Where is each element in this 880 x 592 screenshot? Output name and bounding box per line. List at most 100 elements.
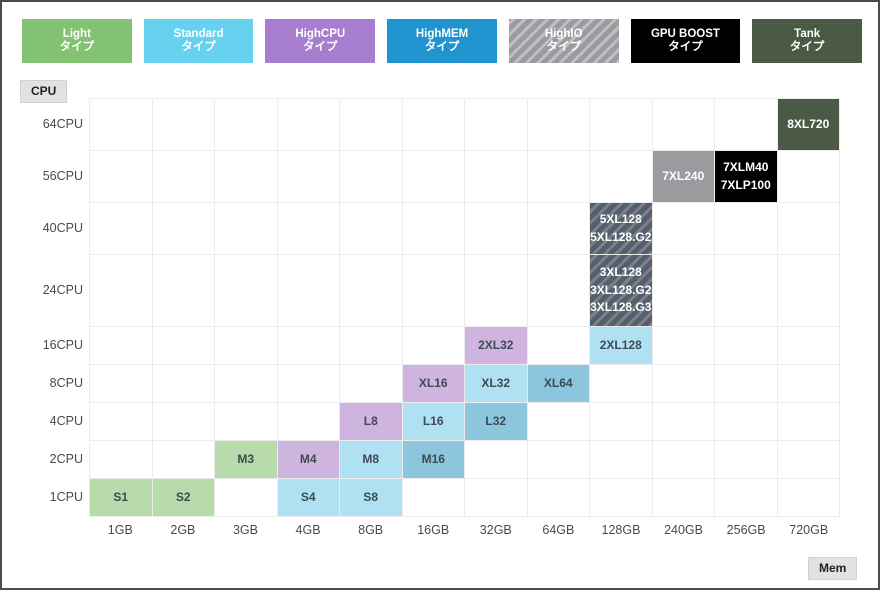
- instance-label: M8: [362, 451, 380, 466]
- instance-label: 3XL128: [599, 265, 642, 280]
- instance-cell-l16[interactable]: L16: [401, 402, 465, 441]
- empty-cell: [651, 364, 715, 403]
- legend-item-label: Tank: [794, 27, 821, 40]
- instance-cell-xl16[interactable]: XL16: [401, 364, 465, 403]
- empty-cell: [89, 98, 153, 151]
- empty-cell: [214, 98, 278, 151]
- instance-label: XL32: [481, 375, 511, 390]
- empty-cell: [151, 98, 215, 151]
- empty-cell: [89, 326, 153, 365]
- empty-cell: [651, 440, 715, 479]
- empty-cell: [651, 402, 715, 441]
- instance-cell-2xl128[interactable]: 2XL128: [589, 326, 653, 365]
- mem-tick-label: 1GB: [107, 523, 133, 537]
- instance-label: 2XL32: [478, 337, 514, 352]
- instance-label: L16: [422, 413, 444, 428]
- instance-cell-8xl720[interactable]: 8XL720: [776, 98, 840, 151]
- empty-cell: [276, 254, 340, 327]
- instance-label: 7XLP100: [720, 177, 771, 192]
- instance-cell-7xl240[interactable]: 7XL240: [651, 150, 715, 203]
- instance-label: XL64: [543, 375, 573, 390]
- empty-cell: [214, 478, 278, 517]
- empty-cell: [464, 150, 528, 203]
- instance-label: 3XL128.G2: [590, 282, 652, 297]
- empty-cell: [276, 150, 340, 203]
- legend-item-standard[interactable]: Standard タイプ: [143, 19, 254, 63]
- empty-cell: [776, 150, 840, 203]
- legend-item-highmem[interactable]: HighMEM タイプ: [387, 19, 497, 63]
- empty-cell: [651, 98, 715, 151]
- mem-tick-label: 8GB: [358, 523, 384, 537]
- empty-cell: [714, 98, 778, 151]
- empty-cell: [151, 402, 215, 441]
- instance-label: M16: [421, 451, 445, 466]
- empty-cell: [589, 478, 653, 517]
- instance-cell-2xl32[interactable]: 2XL32: [464, 326, 528, 365]
- instance-label: S8: [363, 489, 379, 504]
- empty-cell: [339, 98, 403, 151]
- instance-cell-s8[interactable]: S8: [339, 478, 403, 517]
- empty-cell: [714, 478, 778, 517]
- empty-cell: [89, 254, 153, 327]
- legend-item-label: GPU BOOST: [650, 27, 720, 40]
- table-row: 7XL240 7XLM40 7XLP100: [89, 150, 840, 203]
- instance-cell-7xlm40[interactable]: 7XLM40 7XLP100: [714, 150, 778, 203]
- empty-cell: [89, 364, 153, 403]
- empty-cell: [339, 364, 403, 403]
- instance-cell-s2[interactable]: S2: [151, 478, 215, 517]
- instance-label: L8: [363, 413, 378, 428]
- legend-item-highcpu[interactable]: HighCPU タイプ: [265, 19, 376, 63]
- empty-cell: [401, 202, 465, 255]
- cpu-tick-label: 16CPU: [42, 338, 83, 352]
- instance-cell-xl32[interactable]: XL32: [464, 364, 528, 403]
- instance-cell-5xl128[interactable]: 5XL128 5XL128.G2: [589, 202, 653, 255]
- legend-item-label: Standard: [173, 27, 224, 40]
- instance-cell-3xl128[interactable]: 3XL128 3XL128.G2 3XL128.G3: [589, 254, 653, 327]
- instance-cell-s4[interactable]: S4: [276, 478, 340, 517]
- empty-cell: [776, 254, 840, 327]
- empty-cell: [214, 326, 278, 365]
- cpu-tick-label: 8CPU: [49, 376, 83, 390]
- instance-label: S4: [300, 489, 316, 504]
- instance-cell-m4[interactable]: M4: [276, 440, 340, 479]
- empty-cell: [401, 150, 465, 203]
- empty-cell: [464, 202, 528, 255]
- cpu-tick-label: 64CPU: [42, 117, 83, 131]
- empty-cell: [276, 402, 340, 441]
- empty-cell: [526, 254, 590, 327]
- table-row: XL16 XL32 XL64: [89, 364, 840, 403]
- empty-cell: [526, 478, 590, 517]
- legend-item-suffix: タイプ: [789, 41, 825, 53]
- instance-cell-s1[interactable]: S1: [89, 478, 153, 517]
- legend-item-tank[interactable]: Tank タイプ: [752, 19, 863, 63]
- mem-tick-label: 128GB: [601, 523, 641, 537]
- empty-cell: [401, 326, 465, 365]
- legend-item-gpu-boost[interactable]: GPU BOOST タイプ: [630, 19, 741, 63]
- instance-type-grid: 8XL720 7XL240 7XLM40 7XLP100 5XL128 5XL128.G2…: [89, 98, 840, 517]
- cpu-tick-label: 40CPU: [42, 221, 83, 235]
- empty-cell: [464, 440, 528, 479]
- mem-tick-label: 16GB: [417, 523, 450, 537]
- mem-tick-label: 2GB: [170, 523, 196, 537]
- empty-cell: [401, 478, 465, 517]
- instance-cell-m8[interactable]: M8: [339, 440, 403, 479]
- instance-cell-xl64[interactable]: XL64: [526, 364, 590, 403]
- legend-item-label: HighMEM: [415, 27, 469, 40]
- empty-cell: [776, 440, 840, 479]
- empty-cell: [651, 202, 715, 255]
- empty-cell: [214, 364, 278, 403]
- empty-cell: [339, 326, 403, 365]
- legend-item-highio[interactable]: HighIO タイプ: [508, 19, 619, 63]
- instance-cell-l8[interactable]: L8: [339, 402, 403, 441]
- mem-tick-label: 32GB: [479, 523, 512, 537]
- legend-item-suffix: タイプ: [424, 41, 460, 53]
- instance-type-table: 8XL720 7XL240 7XLM40 7XLP100 5XL128 5XL128.G2…: [89, 98, 840, 517]
- empty-cell: [589, 150, 653, 203]
- instance-cell-m3[interactable]: M3: [214, 440, 278, 479]
- mem-tick-label: 3GB: [232, 523, 258, 537]
- empty-cell: [526, 202, 590, 255]
- empty-cell: [651, 478, 715, 517]
- instance-cell-l32[interactable]: L32: [464, 402, 528, 441]
- cpu-tick-label: 56CPU: [42, 169, 83, 183]
- instance-cell-m16[interactable]: M16: [401, 440, 465, 479]
